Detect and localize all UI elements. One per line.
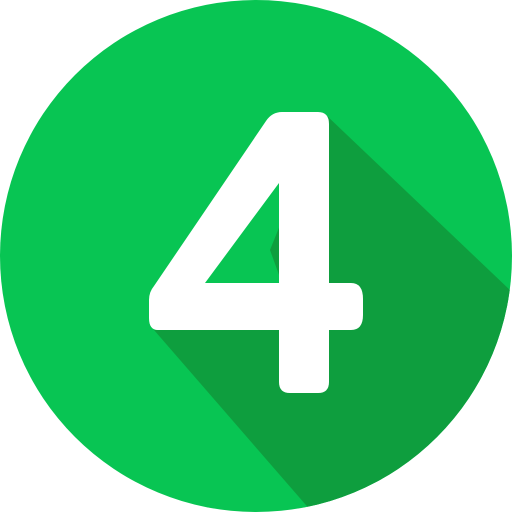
number-four-badge-icon: [0, 0, 512, 512]
number-badge: 4: [0, 0, 512, 512]
